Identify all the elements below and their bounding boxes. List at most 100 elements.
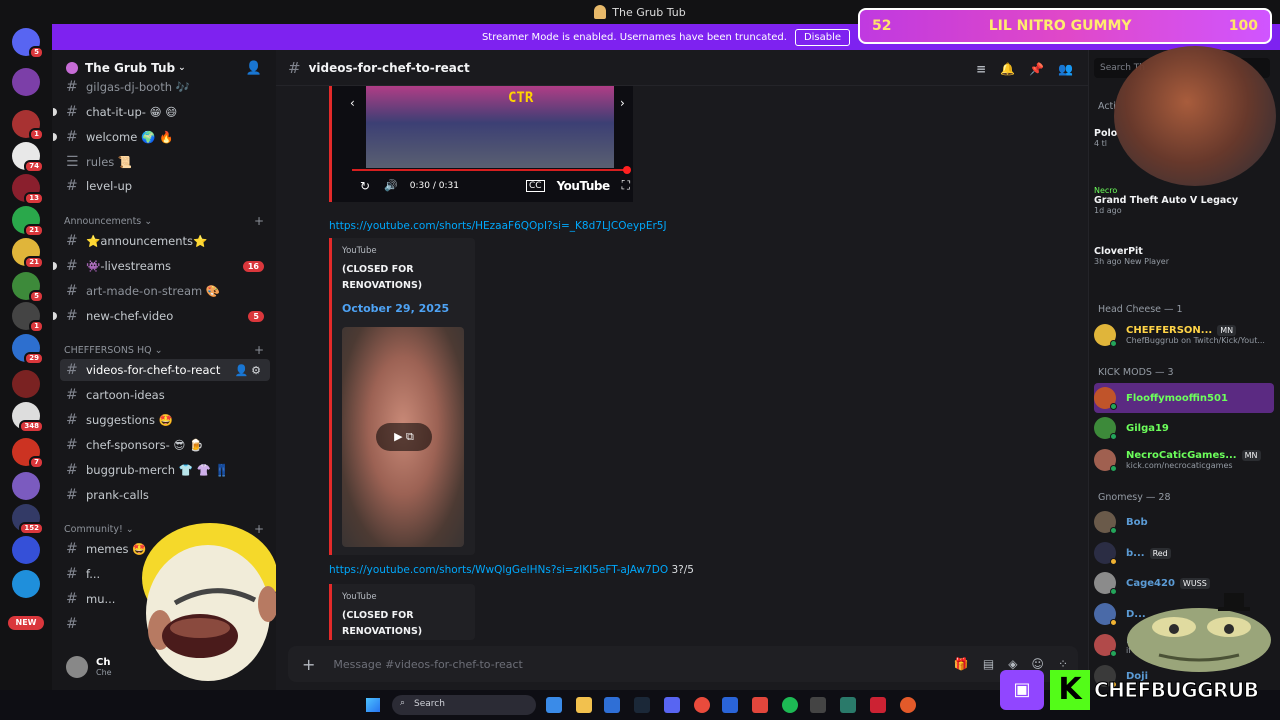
browser-icon[interactable]	[900, 697, 916, 713]
server-badge: 21	[24, 256, 44, 269]
copilot-icon[interactable]	[546, 697, 562, 713]
channel-item[interactable]: # chef-sponsors- 😎 🍺	[60, 434, 270, 456]
member-item[interactable]: NecroCaticGames... MN kick.com/necrocaticg…	[1094, 445, 1274, 475]
message-link[interactable]: https://youtube.com/shorts/WwQlgGeIHNs?s…	[329, 564, 694, 576]
play-icon[interactable]: ▶ ⧉	[376, 423, 432, 451]
channel-item[interactable]: # gilgas-dj-booth 🎶	[60, 76, 270, 98]
channel-item[interactable]: # art-made-on-stream 🎨	[60, 280, 270, 302]
embed-title[interactable]: (CLOSED FOR RENOVATIONS)	[342, 262, 465, 294]
member-item[interactable]: CHEFFERSON... MN ChefBuggrub on Twitch/Kic…	[1094, 320, 1274, 350]
disable-streamer-mode-button[interactable]: Disable	[794, 28, 851, 46]
chrome-icon[interactable]	[694, 697, 710, 713]
volume-icon[interactable]: 🔊	[384, 179, 398, 192]
status-indicator	[1110, 433, 1117, 440]
channel-item[interactable]: # suggestions 🤩	[60, 409, 270, 431]
server-icon[interactable]: 348	[12, 402, 44, 433]
channel-category[interactable]: CHEFFERSONS HQ ⌄ +	[64, 343, 264, 357]
app-icon-red[interactable]	[752, 697, 768, 713]
member-name: b...	[1126, 547, 1145, 559]
youtube-logo[interactable]: YouTube	[557, 179, 611, 193]
server-icon[interactable]: 5	[12, 272, 44, 303]
chevron-right-icon[interactable]: ›	[620, 96, 625, 110]
channel-hash-icon: #	[288, 58, 301, 77]
channel-item[interactable]: # welcome 🌍 🔥	[53, 126, 270, 148]
app-icon-gray[interactable]	[810, 697, 826, 713]
link-text[interactable]: https://youtube.com/shorts/HEzaaF6QOpI?s…	[329, 220, 667, 232]
channel-item[interactable]: # cartoon-ideas	[60, 384, 270, 406]
server-icon[interactable]	[12, 472, 40, 500]
discord-icon[interactable]	[664, 697, 680, 713]
server-icon[interactable]	[12, 570, 40, 598]
server-icon[interactable]: 1	[12, 302, 44, 333]
channel-item[interactable]: # buggrub-merch 👕 👚 👖	[60, 459, 270, 481]
server-icon[interactable]: 13	[12, 174, 44, 205]
server-icon[interactable]: 21	[12, 206, 44, 237]
server-icon[interactable]: 21	[12, 238, 44, 269]
fullscreen-icon[interactable]: ⛶	[622, 178, 630, 193]
channel-item[interactable]: # level-up	[60, 175, 270, 197]
cc-icon[interactable]: CC	[526, 179, 545, 192]
edge-icon[interactable]	[722, 697, 738, 713]
server-icon[interactable]	[12, 536, 40, 564]
invite-people-icon[interactable]: 👤	[246, 61, 262, 76]
unread-indicator	[53, 312, 57, 320]
steam-icon[interactable]	[634, 697, 650, 713]
file-explorer-icon[interactable]	[576, 697, 592, 713]
brand-name: CHEFBUGGRUB	[1093, 678, 1259, 703]
gif-icon[interactable]: ▤	[983, 657, 994, 671]
channel-category[interactable]: Announcements ⌄ +	[64, 214, 264, 228]
message-composer[interactable]: + Message #videos-for-chef-to-react 🎁 ▤ …	[288, 646, 1078, 682]
server-icon[interactable]: 7	[12, 438, 44, 469]
windows-start-icon[interactable]	[366, 698, 380, 712]
server-icon[interactable]	[12, 68, 40, 96]
channel-item[interactable]: # 👾-livestreams 16	[53, 255, 270, 277]
spotify-icon[interactable]	[782, 697, 798, 713]
channel-settings-icon[interactable]: 👤⚙	[234, 364, 264, 377]
status-indicator	[1110, 588, 1117, 595]
pin-icon[interactable]: 📌	[1029, 62, 1044, 76]
member-item[interactable]: Flooffymooffin501	[1094, 383, 1274, 413]
channel-header: # videos-for-chef-to-react ≡ 🔔 📌 👥	[276, 50, 1088, 86]
server-icon[interactable]: 29	[12, 334, 44, 365]
channel-name: suggestions 🤩	[86, 413, 173, 427]
member-item[interactable]: b... Red	[1094, 538, 1274, 568]
store-icon[interactable]	[604, 697, 620, 713]
gift-icon[interactable]: 🎁	[954, 657, 969, 671]
status-indicator	[1110, 465, 1117, 472]
add-channel-icon[interactable]: +	[254, 214, 264, 228]
member-item[interactable]: Bob	[1094, 507, 1274, 537]
member-item[interactable]: Gilga19	[1094, 413, 1274, 443]
embed-thumbnail[interactable]: ▶ ⧉	[342, 327, 464, 547]
embed-title[interactable]: (CLOSED FOR RENOVATIONS)	[342, 608, 465, 640]
activity-card[interactable]: Necro Grand Theft Auto V Legacy 1d ago	[1094, 186, 1274, 215]
threads-icon[interactable]: ≡	[976, 62, 986, 76]
taskbar-search[interactable]: ⌕ Search	[392, 695, 536, 715]
server-icon[interactable]	[12, 370, 40, 398]
member-list-icon[interactable]: 👥	[1058, 62, 1073, 76]
message-link[interactable]: https://youtube.com/shorts/HEzaaF6QOpI?s…	[329, 220, 667, 232]
channel-item[interactable]: # chat-it-up- 😁 😄	[53, 101, 270, 123]
channel-item[interactable]: # new-chef-video 5	[53, 305, 270, 327]
server-badge: 348	[19, 420, 44, 433]
activity-card[interactable]: CloverPit 3h ago New Player	[1094, 246, 1274, 266]
channel-item[interactable]: # prank-calls	[60, 484, 270, 506]
app-icon-teal[interactable]	[840, 697, 856, 713]
server-icon[interactable]: 5	[12, 28, 44, 59]
server-icon[interactable]: 74	[12, 142, 44, 173]
gummy-left-value: 52	[872, 18, 892, 34]
add-channel-icon[interactable]: +	[254, 343, 264, 357]
youtube-video-player[interactable]: CTR ‹ › ↻ 🔊 0:30 / 0:31 YouTube CC ⛶	[329, 86, 633, 202]
link-text[interactable]: https://youtube.com/shorts/WwQlgGeIHNs?s…	[329, 564, 668, 576]
channel-item[interactable]: # ⭐announcements⭐	[60, 230, 270, 252]
chevron-left-icon[interactable]: ‹	[350, 96, 355, 110]
app-icon-recorder[interactable]	[870, 697, 886, 713]
video-progress-bar[interactable]	[352, 166, 631, 174]
replay-icon[interactable]: ↻	[360, 179, 370, 193]
server-icon[interactable]: 1	[12, 110, 44, 141]
bell-icon[interactable]: 🔔	[1000, 62, 1015, 76]
server-icon[interactable]: 152	[12, 504, 44, 535]
channel-item[interactable]: ☰ rules 📜	[60, 151, 270, 173]
message-input-placeholder[interactable]: Message #videos-for-chef-to-react	[333, 658, 522, 671]
channel-item[interactable]: # videos-for-chef-to-react 👤⚙	[60, 359, 270, 381]
attach-plus-icon[interactable]: +	[302, 655, 315, 674]
